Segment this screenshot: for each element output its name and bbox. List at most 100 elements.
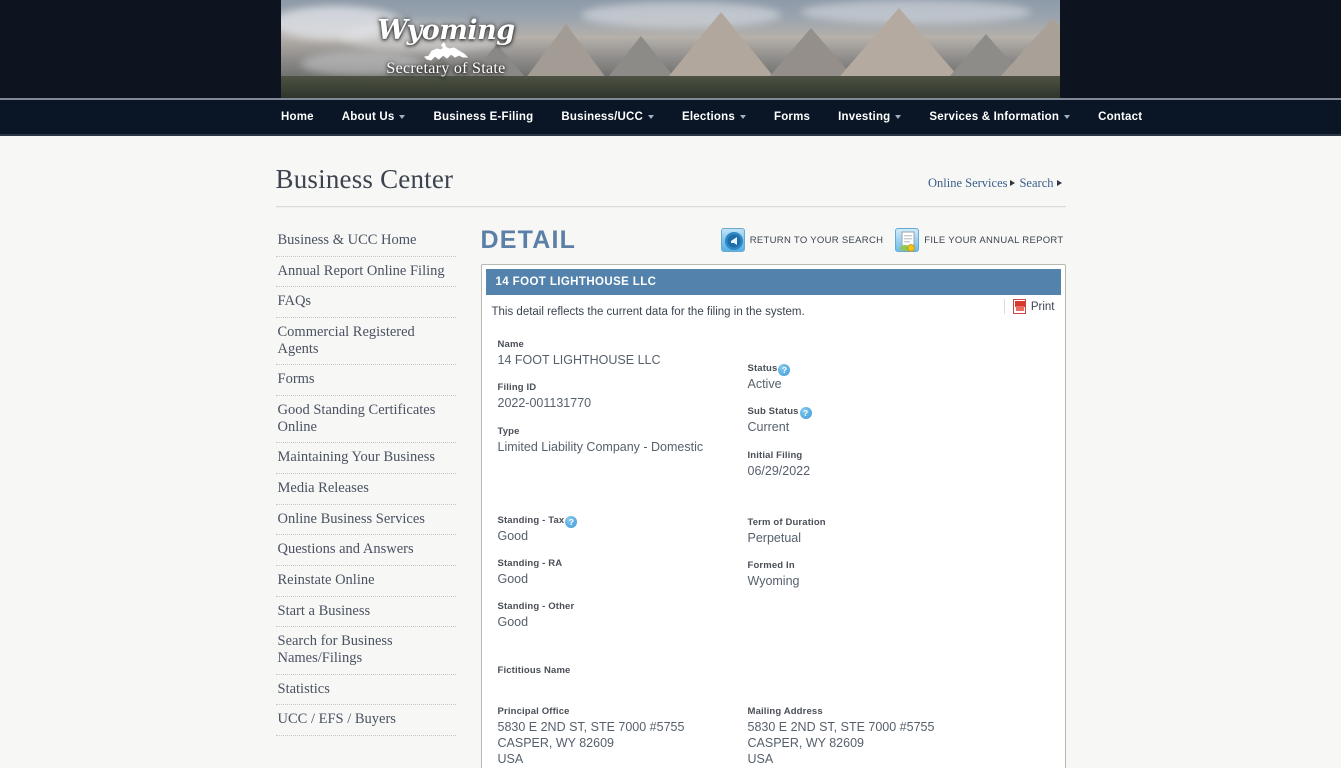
nav-item-business-e-filing[interactable]: Business E-Filing — [433, 111, 533, 123]
field-principal-office-line1: 5830 E 2ND ST, STE 7000 #5755 — [497, 719, 685, 734]
field-name: Name 14 FOOT LIGHTHOUSE LLC — [498, 334, 748, 368]
field-standing-tax-value: Good — [497, 528, 529, 543]
field-sub-status-label-row: Sub Status? — [748, 401, 1061, 420]
nav-label: Business/UCC — [561, 111, 644, 123]
print-button[interactable]: Print — [1003, 299, 1055, 314]
page-body: Business Center Online Services Search Bu… — [0, 136, 1341, 768]
field-formed-in: Formed In Wyoming — [748, 555, 1061, 589]
content-columns: Business & UCC Home Annual Report Online… — [275, 224, 1066, 768]
field-term-of-duration-value: Perpetual — [747, 530, 802, 545]
field-row-3: Principal Office 5830 E 2ND ST, STE 7000… — [498, 701, 1061, 768]
sidebar-item-media-releases[interactable]: Media Releases — [275, 474, 456, 505]
field-mailing-address: Mailing Address 5830 E 2ND ST, STE 7000 … — [748, 701, 1061, 768]
sidebar-item-ucc-efs-buyers[interactable]: UCC / EFS / Buyers — [275, 705, 456, 737]
field-column-left: Standing - Tax? Good Standing - RA Good … — [498, 510, 748, 640]
nav-item-home[interactable]: Home — [281, 111, 314, 123]
nav-label: Elections — [682, 111, 735, 123]
nav-label: Business E-Filing — [433, 111, 534, 123]
field-formed-in-label: Formed In — [747, 560, 795, 571]
nav-item-investing[interactable]: Investing — [838, 111, 902, 123]
logo-subtitle-text: Secretary of State — [386, 60, 506, 77]
return-arrow-icon — [720, 228, 745, 252]
nav-item-contact[interactable]: Contact — [1098, 111, 1142, 123]
breadcrumb-online-services[interactable]: Online Services — [928, 176, 1008, 190]
sidebar-item-start-a-business[interactable]: Start a Business — [275, 597, 456, 628]
sidebar-item-faqs[interactable]: FAQs — [275, 287, 456, 319]
field-column-right: Status? Active Sub Status? Current Initi… — [748, 334, 1061, 488]
field-row-2: Standing - Tax? Good Standing - RA Good … — [498, 510, 1061, 640]
field-column-right: Mailing Address 5830 E 2ND ST, STE 7000 … — [748, 701, 1061, 768]
sidebar-item-maintaining-your-business[interactable]: Maintaining Your Business — [275, 443, 456, 475]
sidebar-item-business-ucc-home[interactable]: Business & UCC Home — [275, 226, 456, 257]
help-icon[interactable]: ? — [778, 364, 791, 376]
sidebar-item-reinstate-online[interactable]: Reinstate Online — [275, 566, 456, 597]
sidebar-item-questions-and-answers[interactable]: Questions and Answers — [275, 535, 456, 567]
field-standing-ra-label: Standing - RA — [497, 558, 563, 569]
detail-fields: Name 14 FOOT LIGHTHOUSE LLC Filing ID 20… — [486, 326, 1061, 768]
field-initial-filing-value: 06/29/2022 — [747, 463, 811, 478]
sidebar-item-annual-report-online-filing[interactable]: Annual Report Online Filing — [275, 257, 456, 288]
chevron-down-icon — [1064, 115, 1071, 119]
site-header: Wyoming Secretary of State — [0, 0, 1341, 98]
nav-label: Forms — [773, 111, 811, 123]
main-content: DETAIL RETURN TO YOUR SEARCH FILE YOUR A… — [456, 224, 1066, 768]
wyoming-sos-logo[interactable]: Wyoming Secretary of State — [351, 17, 541, 85]
sidebar-item-good-standing-certificates-online[interactable]: Good Standing Certificates Online — [275, 396, 456, 444]
return-to-your-search-button[interactable]: RETURN TO YOUR SEARCH — [720, 228, 884, 252]
chevron-down-icon — [399, 115, 406, 119]
title-divider — [275, 206, 1066, 208]
field-filing-id: Filing ID 2022-001131770 — [498, 377, 748, 411]
sidebar-item-commercial-registered-agents[interactable]: Commercial Registered Agents — [275, 318, 456, 366]
nav-label: Investing — [838, 111, 891, 123]
field-type-label: Type — [497, 425, 520, 437]
field-formed-in-value: Wyoming — [747, 574, 800, 588]
field-term-of-duration-label: Term of Duration — [747, 516, 826, 528]
field-standing-tax: Standing - Tax? Good — [498, 510, 748, 544]
field-standing-other-label: Standing - Other — [497, 601, 575, 613]
field-mailing-address-line2: CASPER, WY 82609 — [747, 735, 865, 750]
file-your-annual-report-button[interactable]: FILE YOUR ANNUAL REPORT — [895, 228, 1063, 252]
detail-header-actions: RETURN TO YOUR SEARCH FILE YOUR ANNUAL R… — [720, 228, 1064, 252]
breadcrumb-search[interactable]: Search — [1019, 176, 1053, 190]
panel-note-row: This detail reflects the current data fo… — [486, 295, 1061, 326]
nav-label: Contact — [1098, 111, 1143, 123]
nav-item-business-ucc[interactable]: Business/UCC — [561, 111, 655, 123]
chevron-down-icon — [739, 115, 746, 119]
detail-note-text: This detail reflects the current data fo… — [491, 306, 805, 318]
field-mailing-address-line3: USA — [747, 752, 774, 766]
return-to-your-search-label: RETURN TO YOUR SEARCH — [749, 234, 884, 246]
field-name-label: Name — [497, 339, 524, 350]
field-standing-other-value: Good — [497, 615, 529, 630]
sidebar-navigation: Business & UCC Home Annual Report Online… — [275, 224, 456, 737]
sidebar-item-search-for-business-names-filings[interactable]: Search for Business Names/Filings — [275, 627, 456, 675]
file-your-annual-report-label: FILE YOUR ANNUAL REPORT — [924, 234, 1064, 246]
chevron-down-icon — [648, 115, 655, 119]
header-banner-image: Wyoming Secretary of State — [281, 0, 1060, 98]
main-navigation: Home About Us Business E-Filing Business… — [0, 98, 1341, 136]
detail-panel: 14 FOOT LIGHTHOUSE LLC This detail refle… — [480, 264, 1066, 768]
field-type-value: Limited Liability Company - Domestic — [497, 439, 704, 454]
nav-item-services-information[interactable]: Services & Information — [929, 111, 1071, 123]
field-mailing-address-line1: 5830 E 2ND ST, STE 7000 #5755 — [747, 719, 935, 734]
field-fictitious-name-label: Fictitious Name — [497, 664, 571, 676]
page-container: Business Center Online Services Search Bu… — [275, 160, 1066, 768]
breadcrumb: Online Services Search — [928, 176, 1066, 191]
nav-item-forms[interactable]: Forms — [774, 111, 810, 123]
nav-item-elections[interactable]: Elections — [682, 111, 746, 123]
sidebar-item-forms[interactable]: Forms — [275, 365, 456, 397]
field-standing-ra: Standing - RA Good — [498, 553, 748, 587]
nav-item-about-us[interactable]: About Us — [342, 111, 406, 123]
field-filing-id-label: Filing ID — [497, 382, 537, 394]
field-standing-other: Standing - Other Good — [498, 596, 748, 630]
sidebar-item-statistics[interactable]: Statistics — [275, 675, 456, 706]
sidebar-item-online-business-services[interactable]: Online Business Services — [275, 505, 456, 536]
help-icon[interactable]: ? — [565, 515, 578, 528]
field-status-label: Status — [747, 363, 778, 374]
help-icon[interactable]: ? — [799, 407, 812, 420]
field-principal-office: Principal Office 5830 E 2ND ST, STE 7000… — [498, 701, 748, 768]
chevron-down-icon — [895, 115, 902, 119]
field-standing-tax-label: Standing - Tax — [497, 514, 565, 526]
